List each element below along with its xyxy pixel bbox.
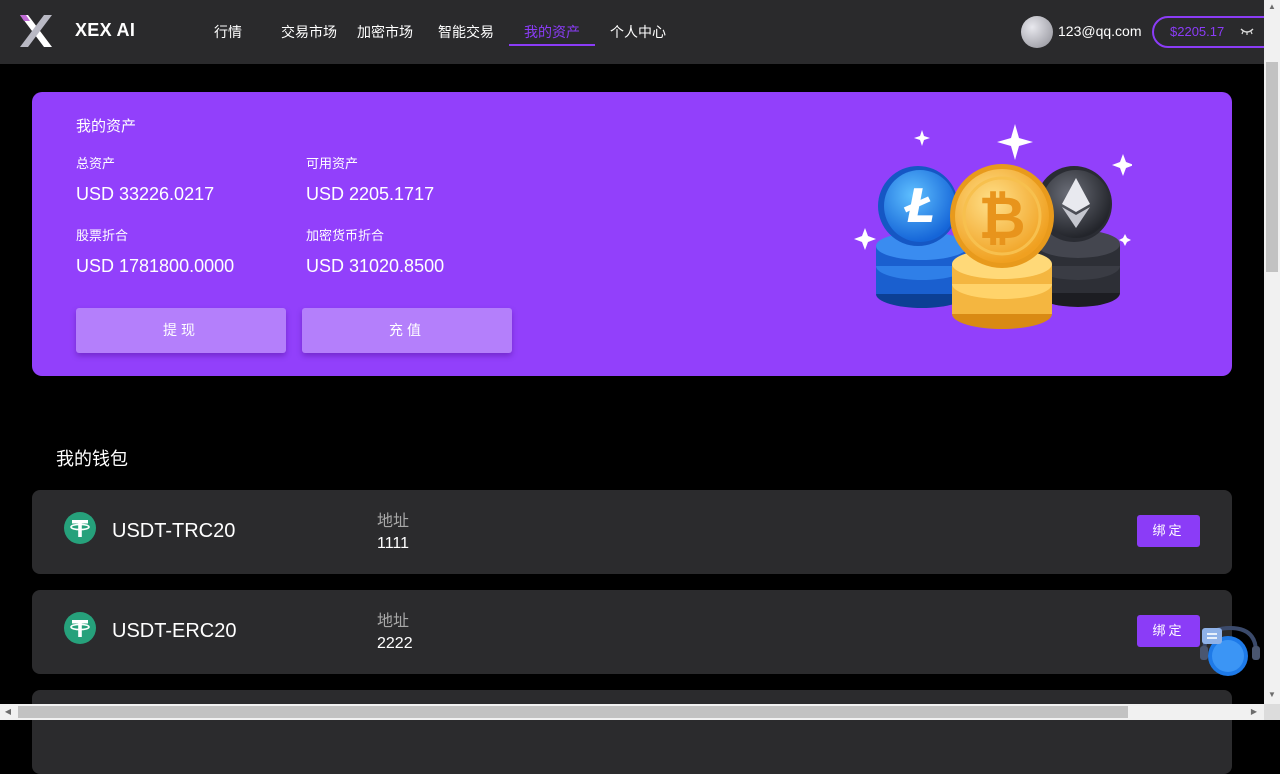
horizontal-scrollbar[interactable]: ◀ ▶ [0,704,1264,720]
eye-closed-icon[interactable] [1239,25,1255,37]
available-assets-label: 可用资产 [306,156,359,171]
wallet-row-usdt-trc20: USDT-TRC20 地址 1111 绑定 [32,490,1232,574]
scrollbar-corner [1264,704,1280,720]
bind-button[interactable]: 绑定 [1137,515,1200,547]
wallet-name: USDT-ERC20 [112,620,237,642]
svg-text:Ł: Ł [903,179,935,233]
scroll-down-arrow-icon[interactable]: ▼ [1264,690,1280,699]
total-assets-label: 总资产 [76,156,116,171]
user-email[interactable]: 123@qq.com [1058,23,1141,39]
wallet-section-title: 我的钱包 [56,449,128,469]
nav-item-my-assets[interactable]: 我的资产 [524,22,580,42]
available-assets-value: USD 2205.1717 [306,184,435,204]
customer-support-icon[interactable] [1198,622,1262,678]
wallet-row-partial [32,690,1232,774]
deposit-button[interactable]: 充值 [302,308,512,353]
avatar[interactable] [1021,16,1053,48]
wallet-name: USDT-TRC20 [112,520,236,542]
nav-item-personal-center[interactable]: 个人中心 [610,22,666,42]
scroll-right-arrow-icon[interactable]: ▶ [1248,707,1260,716]
nav-item-smart-trading[interactable]: 智能交易 [438,22,494,42]
bind-button[interactable]: 绑定 [1137,615,1200,647]
tether-icon [64,612,96,644]
scroll-left-arrow-icon[interactable]: ◀ [2,707,14,716]
svg-text:₿: ₿ [978,184,1025,252]
total-assets-value: USD 33226.0217 [76,184,215,204]
asset-card-title: 我的资产 [76,118,137,135]
asset-summary-card: 我的资产 总资产 USD 33226.0217 可用资产 USD 2205.17… [32,92,1232,376]
nav-item-trading-market[interactable]: 交易市场 [281,22,337,42]
nav-item-crypto-market[interactable]: 加密市场 [357,22,413,42]
active-nav-indicator [509,44,595,46]
crypto-equivalent-value: USD 31020.8500 [306,256,445,276]
scroll-up-arrow-icon[interactable]: ▲ [1264,2,1280,11]
crypto-coins-illustration: Ł ₿ [854,124,1132,329]
stock-equivalent-value: USD 1781800.0000 [76,256,235,276]
address-label: 地址 [377,613,410,630]
address-label: 地址 [377,513,410,530]
nav-item-market-quotes[interactable]: 行情 [214,22,242,42]
address-value: 1111 [377,535,410,552]
vertical-scroll-thumb[interactable] [1266,62,1278,272]
crypto-equivalent-label: 加密货币折合 [306,228,385,243]
address-value: 2222 [377,635,413,652]
xex-logo-icon[interactable] [18,13,54,49]
balance-amount: $2205.17 [1170,24,1225,39]
horizontal-scroll-thumb[interactable] [18,706,1128,718]
stock-equivalent-label: 股票折合 [76,228,129,243]
balance-button[interactable]: $2205.17 [1152,16,1280,48]
tether-icon [64,512,96,544]
wallet-row-usdt-erc20: USDT-ERC20 地址 2222 绑定 [32,590,1232,674]
vertical-scrollbar[interactable]: ▲ ▼ [1264,0,1280,704]
brand-name[interactable]: XEX AI [75,20,135,41]
top-navigation-bar: XEX AI 行情 交易市场 加密市场 智能交易 我的资产 个人中心 123@q… [0,0,1280,64]
withdraw-button[interactable]: 提现 [76,308,286,353]
